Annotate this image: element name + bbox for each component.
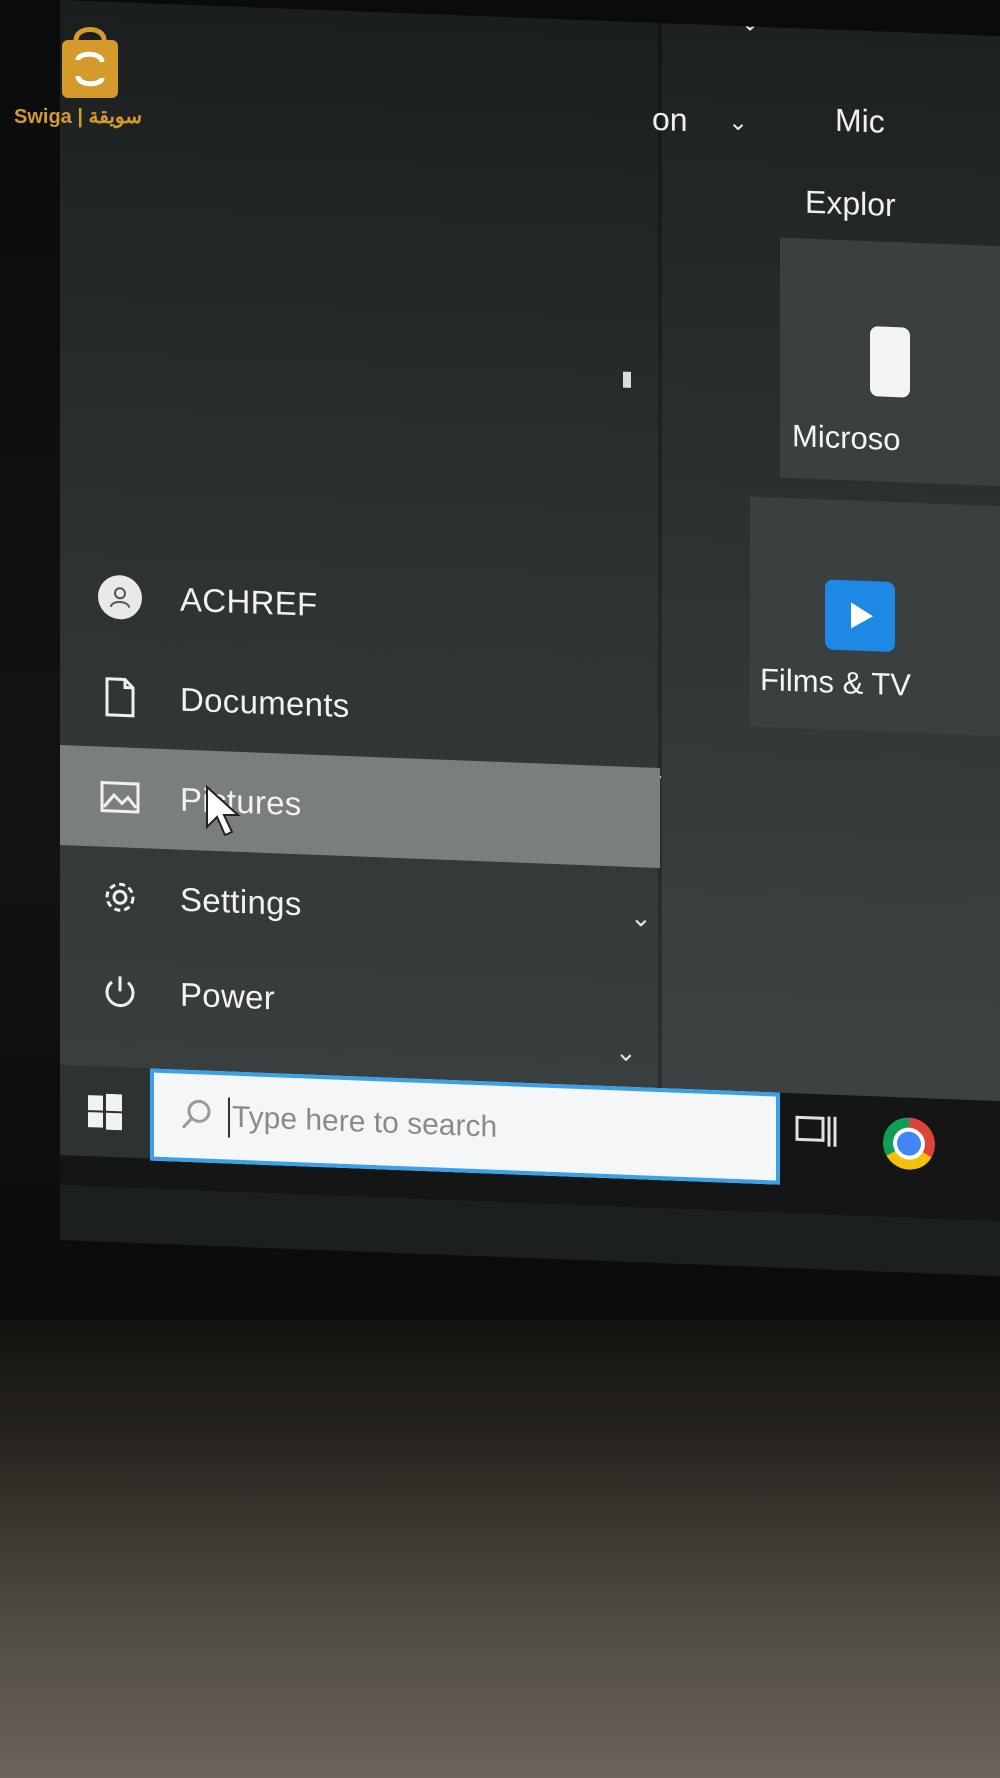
tile-films-tv[interactable]: Films & TV — [750, 496, 1000, 739]
power-label: Power — [180, 975, 276, 1017]
top-partial-text-mic: Mic — [835, 101, 885, 140]
windows-start-button[interactable] — [60, 1065, 150, 1159]
tile-microsoft[interactable]: Microso — [780, 237, 1000, 489]
power-icon — [90, 961, 150, 1023]
text-caret — [228, 1097, 230, 1138]
user-name: ACHREF — [180, 580, 318, 623]
pictures-icon — [90, 766, 150, 828]
scrollbar-thumb[interactable] — [623, 371, 631, 388]
desk-surface — [0, 1320, 1000, 1778]
photo: on ⌄ ⌄ Mic Explor Microso Films & TV ⌄ ⌄… — [0, 0, 1000, 1778]
chevron-down-icon[interactable]: ⌄ — [728, 108, 748, 138]
user-avatar-icon — [90, 566, 150, 628]
chrome-icon[interactable] — [883, 1116, 935, 1171]
search-placeholder: Type here to search — [232, 1100, 498, 1144]
search-icon — [180, 1096, 214, 1136]
tile-app-icon — [870, 326, 910, 398]
mouse-cursor-icon — [205, 784, 241, 844]
task-view-icon[interactable] — [795, 1111, 839, 1158]
tile-label: Microso — [792, 418, 901, 458]
tile-label: Films & TV — [760, 661, 911, 703]
top-partial-text-explor: Explor — [805, 183, 896, 224]
start-menu: on ⌄ ⌄ Mic Explor Microso Films & TV ⌄ ⌄… — [60, 0, 1000, 1219]
document-icon — [90, 666, 150, 728]
top-partial-text-on: on — [652, 100, 688, 139]
gear-icon — [90, 866, 150, 928]
screen: on ⌄ ⌄ Mic Explor Microso Films & TV ⌄ ⌄… — [60, 0, 1000, 1279]
windows-logo-icon — [88, 1093, 122, 1131]
watermark-text: Swiga | سويقة — [14, 106, 143, 128]
swiga-logo: Swiga | سويقة — [14, 22, 174, 132]
settings-label: Settings — [180, 880, 302, 923]
play-icon — [825, 579, 895, 653]
shopping-bag-logo-icon — [62, 27, 118, 98]
documents-label: Documents — [180, 680, 350, 725]
